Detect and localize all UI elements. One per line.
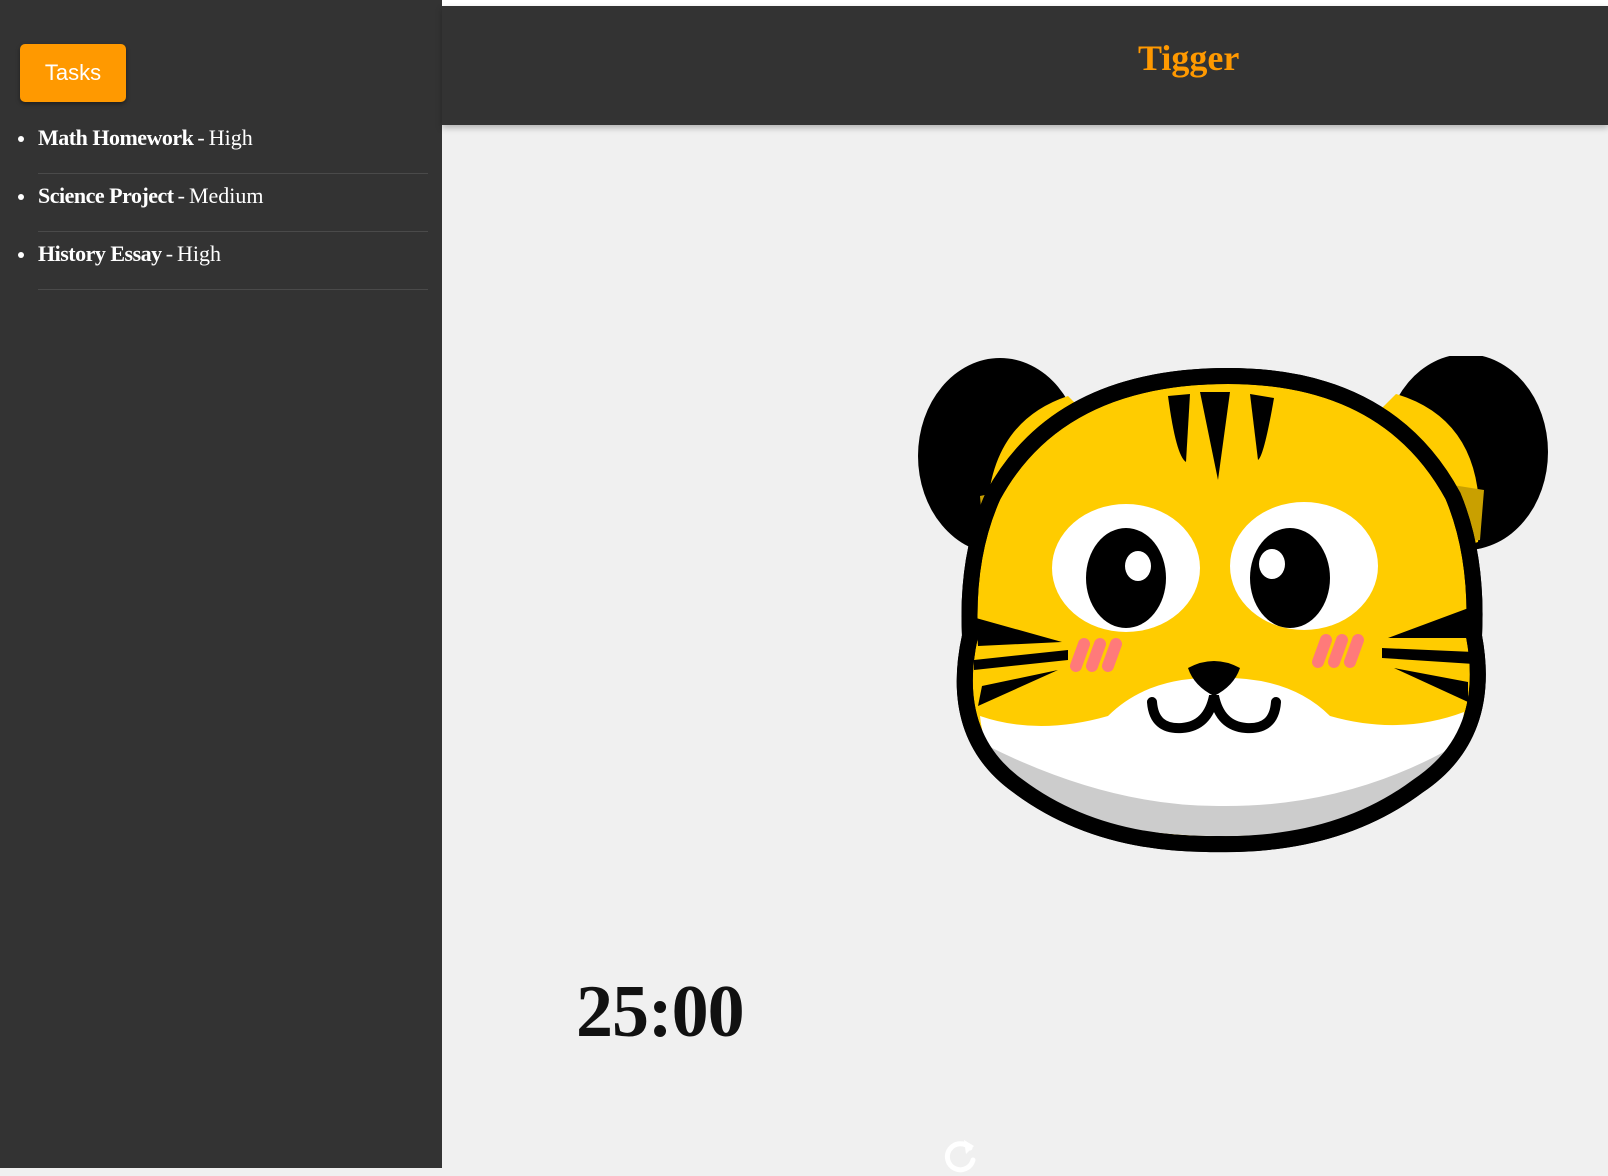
task-priority: Medium	[188, 183, 264, 208]
task-separator: -	[165, 241, 174, 266]
task-list: Math Homework - High Science Project - Mediu…	[0, 116, 428, 290]
header-bar	[442, 6, 1608, 125]
task-separator: -	[197, 125, 205, 150]
right-pupil	[1250, 528, 1330, 628]
tasks-button[interactable]: Tasks	[20, 44, 126, 102]
task-name: Science Project	[38, 183, 174, 208]
task-item[interactable]: Math Homework - High	[18, 116, 428, 174]
task-priority: High	[208, 125, 253, 150]
timer-display: 25:00	[576, 971, 745, 1053]
app-title: Tigger	[1138, 38, 1240, 78]
task-item[interactable]: Science Project - Medium	[18, 174, 428, 232]
task-name: History Essay	[38, 241, 162, 266]
task-priority: High	[177, 241, 222, 266]
tiger-mascot-icon	[918, 356, 1548, 853]
reset-icon[interactable]	[940, 1136, 980, 1176]
task-item[interactable]: History Essay - High	[18, 232, 428, 290]
left-pupil	[1086, 528, 1166, 628]
sidebar: Tasks Math Homework - High Science Project…	[0, 0, 442, 1168]
task-name: Math Homework	[38, 125, 194, 150]
task-separator: -	[177, 183, 185, 208]
